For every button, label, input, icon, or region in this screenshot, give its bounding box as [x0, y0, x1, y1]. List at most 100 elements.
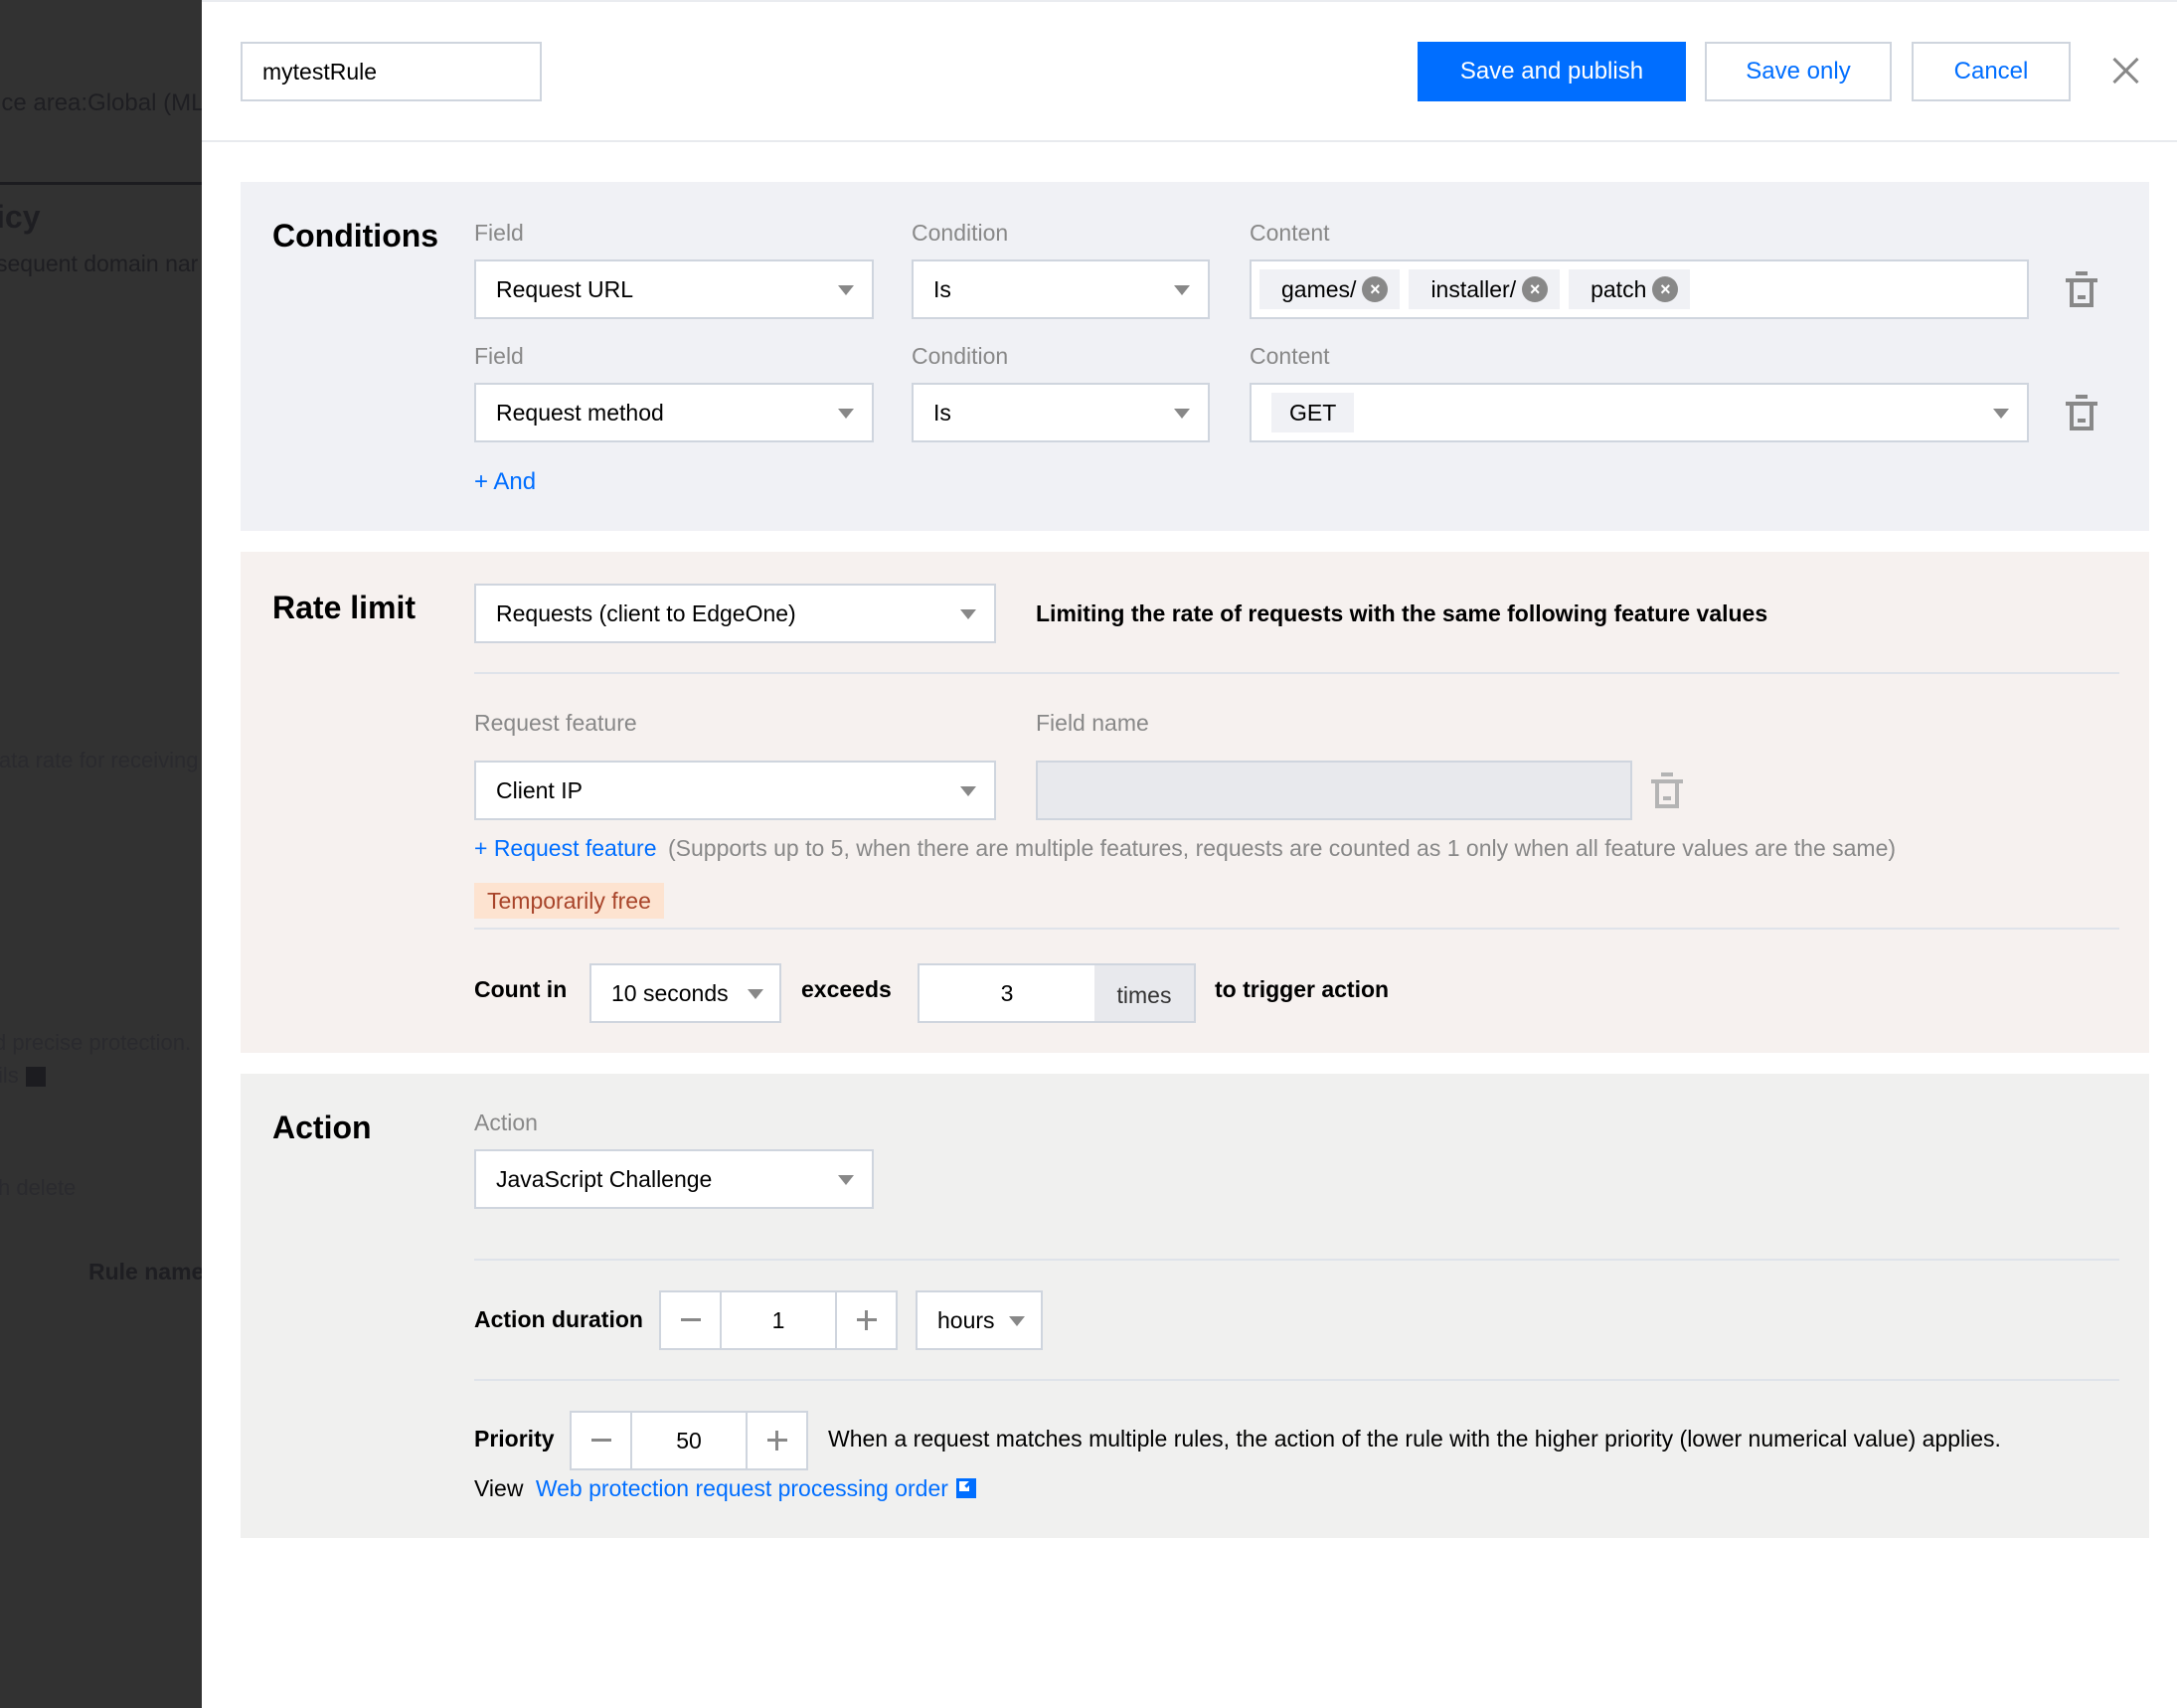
bg-domain-text: sequent domain nar — [0, 251, 199, 276]
exceeds-label: exceeds — [801, 976, 892, 1002]
divider — [474, 928, 2119, 930]
content-tag-label: games/ — [1281, 275, 1357, 302]
action-section: Action Action JavaScript Challenge Actio… — [241, 1074, 2149, 1538]
chevron-down-icon — [1174, 409, 1190, 419]
priority-value[interactable]: 50 — [630, 1413, 748, 1468]
action-label: Action — [474, 1110, 538, 1135]
content-tag-label: patch — [1591, 275, 1647, 302]
trigger-action-label: to trigger action — [1215, 976, 1390, 1002]
condition-label-2: Condition — [912, 343, 1009, 369]
chevron-down-icon — [748, 989, 763, 999]
divider — [474, 672, 2119, 674]
field-select-1[interactable]: Request URL — [474, 259, 874, 319]
content-method-select[interactable]: GET — [1250, 383, 2029, 442]
content-tag-label: installer/ — [1430, 275, 1517, 302]
processing-order-link[interactable]: Web protection request processing order — [536, 1475, 948, 1501]
field-select-1-value: Request URL — [496, 276, 634, 302]
rate-limit-description: Limiting the rate of requests with the s… — [1036, 600, 1768, 626]
content-tag-input[interactable]: games/× installer/× patch × — [1250, 259, 2029, 319]
field-select-2[interactable]: Request method — [474, 383, 874, 442]
rule-name-input[interactable] — [241, 42, 542, 101]
remove-tag-icon[interactable]: × — [1522, 276, 1549, 302]
condition-select-1[interactable]: Is — [912, 259, 1210, 319]
content-tag: patch × — [1569, 269, 1691, 309]
remove-tag-icon[interactable]: × — [1362, 276, 1389, 302]
chevron-down-icon — [838, 409, 854, 419]
add-and-condition-link[interactable]: + And — [474, 468, 536, 496]
condition-select-2-value: Is — [933, 400, 951, 426]
threshold-input[interactable]: 3 — [918, 963, 1096, 1023]
save-only-button[interactable]: Save only — [1705, 42, 1892, 101]
delete-condition-1-icon[interactable] — [2066, 271, 2097, 307]
condition-select-2[interactable]: Is — [912, 383, 1210, 442]
content-label-1: Content — [1250, 220, 1330, 246]
chevron-down-icon — [1993, 409, 2009, 419]
field-select-2-value: Request method — [496, 400, 664, 426]
temporarily-free-badge: Temporarily free — [474, 883, 664, 919]
content-tag: games/× — [1259, 269, 1401, 309]
conditions-title: Conditions — [272, 218, 439, 254]
bg-divider — [0, 182, 202, 185]
divider — [474, 1259, 2119, 1261]
add-request-feature-link[interactable]: + Request feature — [474, 835, 656, 862]
rate-limit-type-select[interactable]: Requests (client to EdgeOne) — [474, 584, 996, 643]
duration-value[interactable]: 1 — [720, 1292, 837, 1348]
chevron-down-icon — [960, 609, 976, 619]
bg-protection-text: d precise protection. — [0, 1030, 192, 1055]
period-select[interactable]: 10 seconds — [589, 963, 781, 1023]
action-select[interactable]: JavaScript Challenge — [474, 1149, 874, 1209]
divider — [474, 1379, 2119, 1381]
field-name-input — [1036, 761, 1632, 820]
delete-feature-icon — [1651, 772, 1683, 808]
period-value: 10 seconds — [611, 980, 729, 1006]
remove-tag-icon[interactable]: × — [1652, 276, 1679, 302]
bg-rule-name-header: Rule name — [88, 1259, 202, 1284]
chevron-down-icon — [838, 1175, 854, 1185]
field-label-1: Field — [474, 220, 524, 246]
priority-decrement-button[interactable] — [572, 1413, 630, 1468]
bg-external-link-icon — [26, 1067, 46, 1087]
cancel-button[interactable]: Cancel — [1912, 42, 2071, 101]
rate-limit-section: Rate limit Requests (client to EdgeOne) … — [241, 552, 2149, 1053]
conditions-section: Conditions Field Condition Content Reque… — [241, 182, 2149, 531]
rate-limit-type-value: Requests (client to EdgeOne) — [496, 600, 796, 626]
action-value: JavaScript Challenge — [496, 1166, 713, 1192]
duration-stepper: 1 — [659, 1290, 898, 1350]
view-label: View — [474, 1475, 524, 1501]
rule-editor-drawer: Save and publish Save only Cancel Condit… — [202, 0, 2177, 1708]
save-and-publish-button[interactable]: Save and publish — [1418, 42, 1686, 101]
priority-increment-button[interactable] — [748, 1413, 806, 1468]
background-page-overlay[interactable]: ice area:Global (ML icy sequent domain n… — [0, 0, 202, 1708]
action-duration-label: Action duration — [474, 1306, 643, 1332]
close-icon[interactable] — [2108, 54, 2142, 87]
priority-hint: When a request matches multiple rules, t… — [828, 1426, 2001, 1452]
chevron-down-icon — [838, 285, 854, 295]
method-tag: GET — [1271, 393, 1355, 432]
view-processing-order: View Web protection request processing o… — [474, 1475, 976, 1502]
content-tag: installer/× — [1409, 269, 1561, 309]
request-feature-select[interactable]: Client IP — [474, 761, 996, 820]
count-in-label: Count in — [474, 976, 568, 1002]
field-name-label: Field name — [1036, 710, 1149, 736]
duration-unit-value: hours — [937, 1307, 995, 1333]
duration-decrement-button[interactable] — [661, 1292, 720, 1348]
content-label-2: Content — [1250, 343, 1330, 369]
delete-condition-2-icon[interactable] — [2066, 395, 2097, 430]
condition-select-1-value: Is — [933, 276, 951, 302]
bg-policy-heading: icy — [0, 199, 41, 235]
duration-unit-select[interactable]: hours — [916, 1290, 1043, 1350]
bg-service-area-text: ice area:Global (ML — [0, 89, 202, 116]
external-link-icon[interactable] — [955, 1478, 976, 1498]
chevron-down-icon — [1009, 1316, 1025, 1326]
priority-label: Priority — [474, 1426, 555, 1452]
field-label-2: Field — [474, 343, 524, 369]
duration-increment-button[interactable] — [837, 1292, 896, 1348]
priority-stepper: 50 — [570, 1411, 808, 1470]
chevron-down-icon — [960, 786, 976, 796]
action-title: Action — [272, 1110, 372, 1145]
bg-delete-text: h delete — [0, 1175, 77, 1200]
bg-details-text: ils — [0, 1063, 19, 1088]
request-feature-value: Client IP — [496, 777, 583, 803]
drawer-header: Save and publish Save only Cancel — [202, 2, 2177, 142]
rate-limit-title: Rate limit — [272, 590, 417, 625]
